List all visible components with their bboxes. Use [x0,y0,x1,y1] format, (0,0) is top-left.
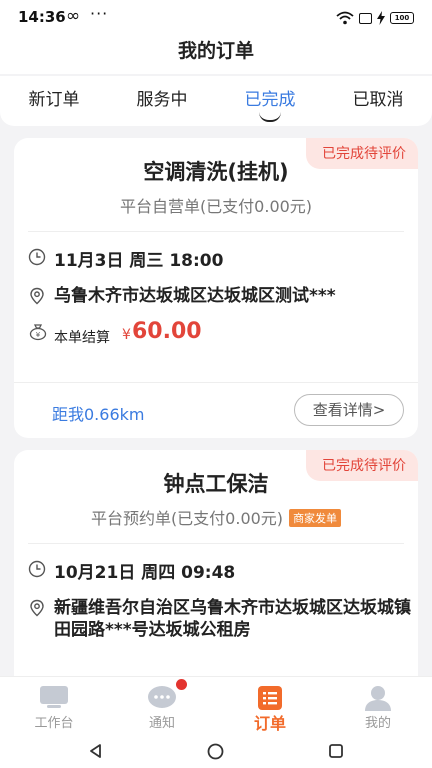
user-icon [365,686,391,711]
back-icon[interactable] [88,743,104,759]
charging-icon [377,11,385,25]
location-pin-icon [30,599,44,617]
notification-dot [176,679,187,690]
order-time-row: 10月21日 周四 09:48 [14,558,418,583]
clock-icon [28,248,46,266]
home-icon[interactable] [207,743,224,760]
settlement-amount: 60.00 [132,319,202,344]
card-footer: 距我0.66km 查看详情> [14,382,418,438]
order-time-row: 11月3日 周三 18:00 [14,246,418,271]
order-time: 11月3日 周三 18:00 [54,251,224,271]
divider [28,543,404,544]
active-tab-indicator [259,112,281,122]
svg-text:¥: ¥ [36,331,41,339]
status-time: 14:36 [18,8,66,26]
money-bag-icon: ¥ [29,324,47,341]
tabbar-item-profile[interactable]: 我的 [324,677,432,734]
distance-text: 距我0.66km [52,405,145,424]
order-list-icon [258,686,282,710]
order-time: 10月21日 周四 09:48 [54,563,236,583]
settlement-label: 本单结算 [54,330,110,346]
currency-symbol: ¥ [122,327,131,343]
order-card[interactable]: 已完成待评价 空调清洗(挂机) 平台自营单(已支付0.00元) 11月3日 周三… [14,138,418,438]
tab-in-service[interactable]: 服务中 [108,76,216,126]
tab-cancelled[interactable]: 已取消 [324,76,432,126]
infinity-icon: ∞ [66,6,81,26]
order-subtitle: 平台预约单(已支付0.00元) [90,509,284,528]
order-tabs: 新订单 服务中 已完成 已取消 [0,76,432,126]
recents-icon[interactable] [328,743,344,759]
order-subtitle: 平台自营单(已支付0.00元) [119,197,313,216]
workbench-icon [40,686,68,708]
order-card[interactable]: 已完成待评价 钟点工保洁 平台预约单(已支付0.00元) 商家发单 10月21日 … [14,450,418,690]
more-dots-icon: ··· [90,4,109,23]
clock-icon [28,560,46,578]
tab-completed[interactable]: 已完成 [216,76,324,126]
chat-bubble-icon [148,686,176,708]
view-details-button[interactable]: 查看详情> [294,394,404,426]
system-nav-bar [0,734,432,768]
status-bar: 14:36 ∞ ··· 100 [0,0,432,34]
status-badge: 已完成待评价 [306,450,418,481]
bottom-tab-bar: 工作台 通知 订单 我的 [0,676,432,734]
order-address-row: 新疆维吾尔自治区乌鲁木齐市达坂城区达坂城镇田园路***号达坂城公租房 [14,597,418,641]
page-title: 我的订单 [177,40,254,62]
merchant-tag: 商家发单 [289,509,342,527]
order-address-row: 乌鲁木齐市达坂城区达坂城区测试*** [14,285,418,307]
page-header: 我的订单 [0,34,432,74]
tab-new-orders[interactable]: 新订单 [0,76,108,126]
tabbar-item-orders[interactable]: 订单 [216,677,324,734]
battery-icon: 100 [390,12,414,24]
location-pin-icon [30,287,44,305]
wifi-icon [336,11,354,25]
divider [28,231,404,232]
sim-icon [359,12,372,24]
order-subtitle-row: 平台预约单(已支付0.00元) 商家发单 [14,505,418,529]
settlement-row: ¥ 本单结算 ¥ 60.00 [14,319,418,347]
status-badge: 已完成待评价 [306,138,418,169]
order-address: 新疆维吾尔自治区乌鲁木齐市达坂城区达坂城镇田园路***号达坂城公租房 [54,598,411,640]
order-address: 乌鲁木齐市达坂城区达坂城区测试*** [54,286,336,306]
tabbar-item-workbench[interactable]: 工作台 [0,677,108,734]
tabbar-item-notifications[interactable]: 通知 [108,677,216,734]
